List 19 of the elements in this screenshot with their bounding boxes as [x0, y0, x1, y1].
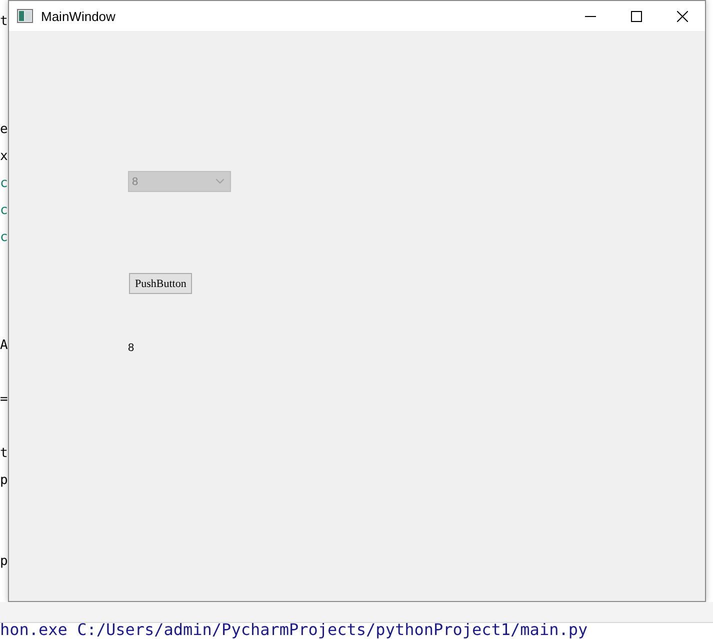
value-label: 8: [128, 342, 134, 354]
code-fragment: c: [0, 203, 8, 218]
code-fragment: t: [0, 446, 8, 461]
console-command: hon.exe C:/Users/admin/PycharmProjects/pythonProject1/main.py: [0, 623, 589, 639]
code-fragment: c: [0, 176, 8, 191]
maximize-icon: [630, 10, 642, 22]
chevron-down-icon: [216, 179, 224, 184]
code-fragment: =: [0, 392, 8, 407]
code-fragment: p: [0, 554, 8, 569]
code-fragment: c: [0, 230, 8, 245]
code-fragment: e: [0, 122, 8, 137]
app-icon: [17, 9, 33, 23]
code-fragment: x: [0, 149, 8, 164]
code-fragment: p: [0, 473, 8, 488]
close-icon: [676, 10, 688, 22]
push-button[interactable]: PushButton: [129, 273, 192, 294]
window-title: MainWindow: [41, 8, 116, 24]
code-fragment: t: [0, 14, 8, 29]
code-fragment: A: [0, 338, 8, 353]
